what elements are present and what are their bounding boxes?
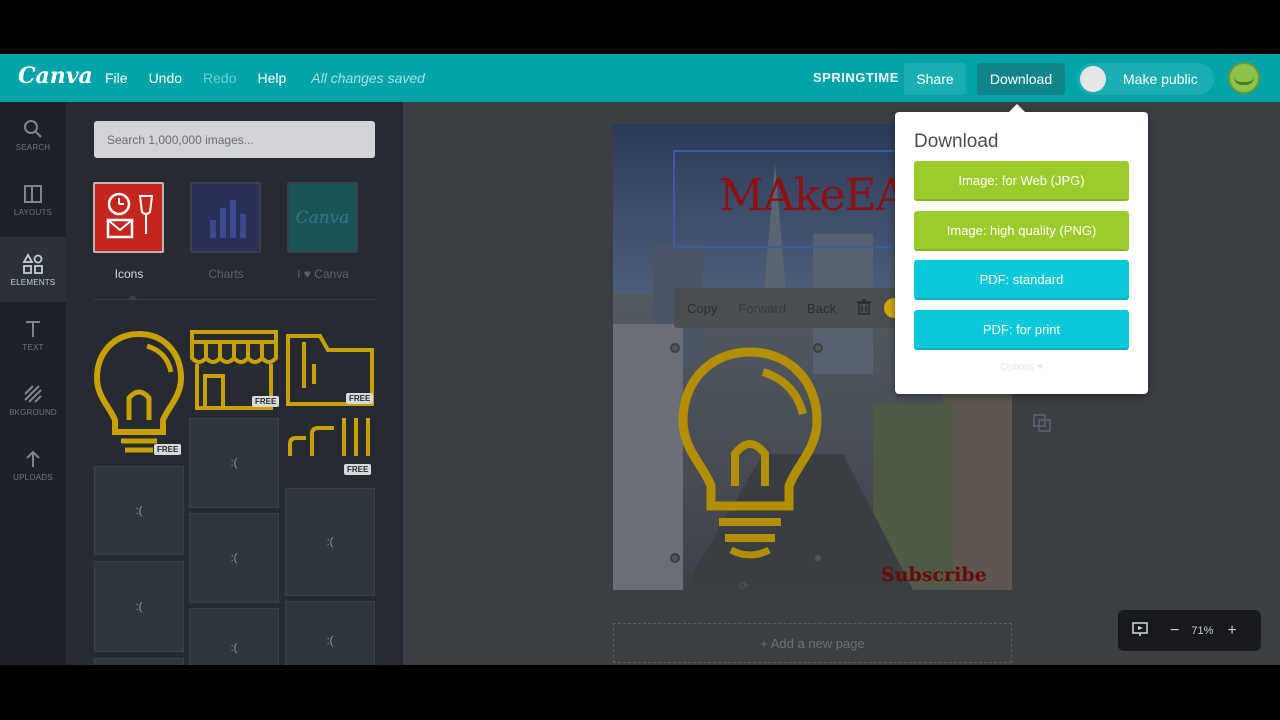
video-letterbox-top xyxy=(0,0,1280,54)
menu-redo[interactable]: Redo xyxy=(203,70,236,86)
top-bar: Canva File Undo Redo Help All changes sa… xyxy=(0,54,1280,102)
loading-tile[interactable]: :( xyxy=(189,608,279,665)
save-status: All changes saved xyxy=(311,70,425,86)
loading-tile[interactable]: :( xyxy=(285,488,375,596)
bar-chart-icon xyxy=(210,200,246,238)
search-icon xyxy=(24,119,42,138)
category-icons-label: Icons xyxy=(114,267,144,281)
canva-logo[interactable]: Canva xyxy=(18,63,93,89)
resize-handle-bottom-right[interactable] xyxy=(813,553,823,563)
wifi-icon-tile[interactable] xyxy=(286,414,376,460)
rail-elements[interactable]: ELEMENTS xyxy=(0,237,66,302)
layouts-icon xyxy=(24,184,42,203)
canva-thumbnail: Canva xyxy=(287,182,358,253)
download-options-toggle[interactable]: Options ▾ xyxy=(895,362,1148,373)
rail-search-label: SEARCH xyxy=(15,142,51,152)
lightbulb-icon-tile[interactable] xyxy=(93,328,185,461)
trash-icon[interactable] xyxy=(856,298,871,318)
rail-background[interactable]: BKGROUND xyxy=(0,367,66,432)
element-toolbar: Copy Forward Back xyxy=(674,288,904,328)
toggle-knob xyxy=(1080,66,1106,92)
free-badge: FREE xyxy=(154,444,182,455)
make-public-toggle[interactable]: Make public xyxy=(1077,63,1214,95)
share-button[interactable]: Share xyxy=(904,63,966,95)
loading-tile[interactable]: :( xyxy=(285,601,375,665)
subscribe-text[interactable]: Subscribe xyxy=(881,564,987,586)
download-pdf-print-button[interactable]: PDF: for print xyxy=(914,310,1129,350)
avatar-smile-icon xyxy=(1234,77,1254,85)
zoom-out-button[interactable]: − xyxy=(1170,622,1179,640)
rail-elements-label: ELEMENTS xyxy=(10,277,56,287)
active-category-notch xyxy=(128,295,138,300)
menu-help[interactable]: Help xyxy=(258,70,287,86)
add-new-page-button[interactable]: + Add a new page xyxy=(613,623,1012,663)
rotate-handle-icon[interactable]: ⟳ xyxy=(739,579,749,593)
category-charts[interactable]: Charts xyxy=(190,182,262,281)
resize-handle-bottom-left[interactable] xyxy=(670,553,680,563)
menu-undo[interactable]: Undo xyxy=(149,70,182,86)
text-icon xyxy=(26,320,40,337)
resize-handle-top-right[interactable] xyxy=(813,343,823,353)
make-public-label: Make public xyxy=(1123,71,1198,87)
category-canva-label: I ♥ Canva xyxy=(297,267,349,281)
loading-tile[interactable]: :( xyxy=(94,561,184,652)
download-jpg-button[interactable]: Image: for Web (JPG) xyxy=(914,161,1129,201)
forward-button[interactable]: Forward xyxy=(738,301,786,316)
rail-search[interactable]: SEARCH xyxy=(0,102,66,167)
menu-file[interactable]: File xyxy=(105,70,128,86)
loading-tile[interactable] xyxy=(94,658,184,665)
icons-thumbnail xyxy=(93,182,164,253)
shapes-icon xyxy=(22,252,43,274)
selected-lightbulb-icon[interactable] xyxy=(675,346,825,562)
duplicate-page-icon[interactable] xyxy=(1033,414,1051,437)
dropdown-pointer xyxy=(1009,104,1025,112)
lightbulb-icon xyxy=(93,330,185,453)
free-badge: FREE xyxy=(346,393,374,404)
clock-envelope-glass-icon xyxy=(106,192,154,239)
left-rail: SEARCH LAYOUTS ELEMENTS TEXT BKGROUND UP… xyxy=(0,102,66,665)
document-title[interactable]: SPRINGTIME xyxy=(813,70,899,85)
rail-layouts[interactable]: LAYOUTS xyxy=(0,167,66,232)
download-dropdown-title: Download xyxy=(914,131,999,152)
back-button[interactable]: Back xyxy=(807,301,836,316)
rail-uploads[interactable]: UPLOADS xyxy=(0,432,66,497)
rail-text-label: TEXT xyxy=(22,342,44,352)
resize-handle-top-left[interactable] xyxy=(670,343,680,353)
zoom-controls: − 71% + xyxy=(1118,610,1261,651)
rail-text[interactable]: TEXT xyxy=(0,302,66,367)
rail-background-label: BKGROUND xyxy=(9,407,57,417)
loading-tile[interactable]: :( xyxy=(189,513,279,603)
category-i-love-canva[interactable]: Canva I ♥ Canva xyxy=(287,182,359,281)
video-letterbox-bottom xyxy=(0,665,1280,720)
elements-panel: Icons Charts Canva I ♥ Canva FREE xyxy=(66,102,403,665)
loading-tile[interactable]: :( xyxy=(189,418,279,508)
zoom-level[interactable]: 71% xyxy=(1191,625,1213,637)
category-icons[interactable]: Icons xyxy=(93,182,165,281)
loading-tile[interactable]: :( xyxy=(94,466,184,555)
top-menu: File Undo Redo Help All changes saved xyxy=(105,54,446,102)
rail-layouts-label: LAYOUTS xyxy=(13,207,53,217)
background-icon xyxy=(24,384,42,403)
design-stage: MAkeEAsy Subscribe ⟳ Copy Forward Back +… xyxy=(403,102,1280,665)
free-badge: FREE xyxy=(344,464,372,475)
signal-bars-icon xyxy=(288,418,370,456)
copy-button[interactable]: Copy xyxy=(687,301,717,316)
download-dropdown: Download Image: for Web (JPG) Image: hig… xyxy=(895,104,1148,394)
zoom-in-button[interactable]: + xyxy=(1227,622,1236,640)
category-charts-label: Charts xyxy=(208,267,244,281)
charts-thumbnail xyxy=(190,182,261,253)
present-icon[interactable] xyxy=(1132,621,1148,640)
user-avatar[interactable] xyxy=(1228,62,1260,94)
download-button[interactable]: Download xyxy=(977,63,1065,95)
rail-uploads-label: UPLOADS xyxy=(13,472,53,482)
image-search-input[interactable] xyxy=(94,121,375,158)
upload-arrow-icon xyxy=(26,450,40,467)
download-png-button[interactable]: Image: high quality (PNG) xyxy=(914,211,1129,251)
download-pdf-standard-button[interactable]: PDF: standard xyxy=(914,260,1129,300)
free-badge: FREE xyxy=(252,396,280,407)
